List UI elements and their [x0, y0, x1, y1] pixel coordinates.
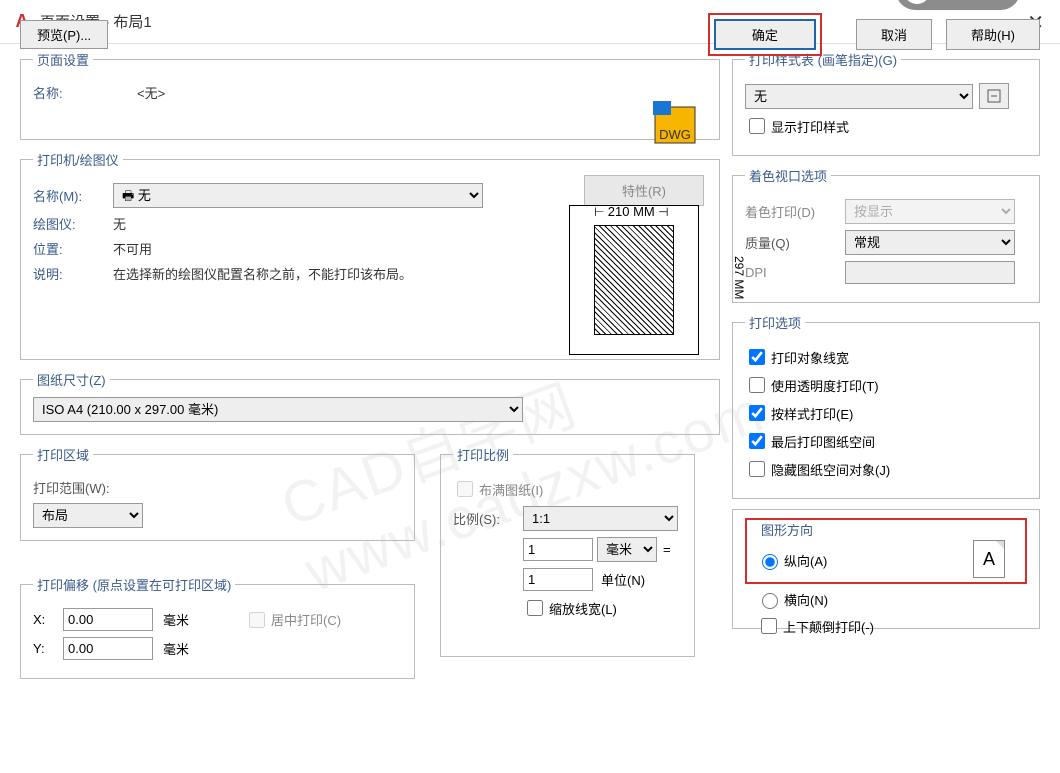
- scale-lineweight-checkbox[interactable]: [527, 600, 543, 616]
- equals-label: =: [663, 542, 671, 557]
- scale-select[interactable]: 1:1: [523, 506, 678, 531]
- paper-size-select[interactable]: ISO A4 (210.00 x 297.00 毫米): [33, 397, 523, 422]
- style-table-select[interactable]: 无: [745, 84, 973, 109]
- plotter-label: 绘图仪:: [33, 214, 113, 233]
- ok-button[interactable]: 确定: [714, 19, 816, 50]
- printer-group: 打印机/绘图仪 名称(M): 🖶 无 document.querySelecto…: [20, 150, 720, 360]
- name-value: <无>: [137, 83, 165, 102]
- opt-lineweight-label: 打印对象线宽: [771, 348, 849, 367]
- show-styles-label: 显示打印样式: [771, 117, 849, 136]
- wechat-icon: [904, 0, 930, 4]
- paper-width-label: ⊢ 210 MM ⊣: [594, 204, 669, 219]
- paper-size-legend: 图纸尺寸(Z): [33, 370, 110, 389]
- show-styles-checkbox[interactable]: [749, 118, 765, 134]
- print-options-group: 打印选项 打印对象线宽 使用透明度打印(T) 按样式打印(E) 最后打印图纸空间…: [732, 313, 1040, 499]
- svg-text:DWG: DWG: [659, 127, 691, 142]
- properties-button[interactable]: 特性(R): [584, 175, 704, 206]
- fit-to-paper-label: 布满图纸(I): [479, 480, 543, 499]
- page-setup-group: 页面设置 名称: <无> DWG: [20, 50, 720, 140]
- shade-select: 按显示: [845, 199, 1015, 224]
- scale-mm-input[interactable]: [523, 538, 593, 561]
- dpi-label: DPI: [745, 265, 845, 280]
- print-options-legend: 打印选项: [745, 313, 805, 332]
- style-edit-button[interactable]: [979, 83, 1009, 109]
- landscape-radio[interactable]: [762, 593, 778, 609]
- scale-unit-select[interactable]: 毫米: [597, 537, 657, 562]
- desc-value: 在选择新的绘图仪配置名称之前，不能打印该布局。: [113, 264, 473, 283]
- printer-legend: 打印机/绘图仪: [33, 150, 123, 169]
- opt-bystyle-label: 按样式打印(E): [771, 404, 853, 423]
- y-input[interactable]: [63, 637, 153, 660]
- dwg-icon: DWG: [651, 99, 699, 147]
- x-input[interactable]: [63, 608, 153, 631]
- opt-lineweight-checkbox[interactable]: [749, 349, 765, 365]
- landscape-label: 横向(N): [784, 590, 828, 609]
- wechat-text: CAD自学网: [938, 0, 1004, 1]
- printer-name-label: 名称(M):: [33, 186, 113, 205]
- print-scale-group: 打印比例 布满图纸(I) 比例(S): 1:1 毫米 =: [440, 445, 695, 657]
- cancel-button[interactable]: 取消: [856, 19, 932, 50]
- print-offset-group: 打印偏移 (原点设置在可打印区域) X: 毫米 居中打印(C) Y: 毫米: [20, 575, 415, 679]
- print-scale-legend: 打印比例: [453, 445, 513, 464]
- print-area-legend: 打印区域: [33, 445, 93, 464]
- y-unit: 毫米: [163, 639, 189, 658]
- scale-units-input[interactable]: [523, 568, 593, 591]
- dpi-input: [845, 261, 1015, 284]
- y-label: Y:: [33, 641, 63, 656]
- style-table-group: 打印样式表 (画笔指定)(G) 无 显示打印样式: [732, 50, 1040, 156]
- paper-preview: ⊢ 210 MM ⊣ 297 MM: [569, 205, 699, 355]
- center-label: 居中打印(C): [271, 610, 341, 629]
- opt-hide-label: 隐藏图纸空间对象(J): [771, 460, 890, 479]
- paper-size-group: 图纸尺寸(Z) ISO A4 (210.00 x 297.00 毫米): [20, 370, 720, 435]
- where-label: 位置:: [33, 239, 113, 258]
- viewport-legend: 着色视口选项: [745, 166, 831, 185]
- scale-lineweight-label: 缩放线宽(L): [549, 599, 617, 618]
- quality-select[interactable]: 常规: [845, 230, 1015, 255]
- portrait-radio[interactable]: [762, 554, 778, 570]
- edit-icon: [986, 88, 1002, 104]
- orientation-group: 图形方向 纵向(A) 横向(N) 上下颠倒打印(-) A: [732, 509, 1040, 629]
- opt-hide-checkbox[interactable]: [749, 461, 765, 477]
- print-range-label: 打印范围(W):: [33, 478, 110, 497]
- scale-label: 比例(S):: [453, 509, 523, 528]
- ok-highlight: 确定: [708, 13, 822, 56]
- portrait-label: 纵向(A): [784, 551, 827, 570]
- printer-select[interactable]: 🖶 无: [113, 183, 483, 208]
- opt-paperspace-checkbox[interactable]: [749, 433, 765, 449]
- orientation-legend: 图形方向: [757, 520, 1015, 539]
- quality-label: 质量(Q): [745, 233, 845, 252]
- help-button[interactable]: 帮助(H): [946, 19, 1040, 50]
- print-area-group: 打印区域 打印范围(W): 布局: [20, 445, 415, 541]
- preview-button[interactable]: 预览(P)...: [20, 20, 108, 49]
- scale-units-label: 单位(N): [601, 570, 645, 589]
- opt-transparency-label: 使用透明度打印(T): [771, 376, 879, 395]
- wechat-badge: CAD自学网: [896, 0, 1020, 10]
- where-value: 不可用: [113, 239, 152, 258]
- desc-label: 说明:: [33, 264, 113, 283]
- viewport-group: 着色视口选项 着色打印(D) 按显示 质量(Q) 常规 DPI: [732, 166, 1040, 303]
- opt-bystyle-checkbox[interactable]: [749, 405, 765, 421]
- name-label: 名称:: [33, 83, 113, 102]
- upside-label: 上下颠倒打印(-): [783, 617, 874, 636]
- orientation-icon: A: [973, 540, 1005, 578]
- print-range-select[interactable]: 布局: [33, 503, 143, 528]
- x-label: X:: [33, 612, 63, 627]
- opt-paperspace-label: 最后打印图纸空间: [771, 432, 875, 451]
- x-unit: 毫米: [163, 610, 189, 629]
- shade-label: 着色打印(D): [745, 202, 845, 221]
- plotter-value: 无: [113, 214, 126, 233]
- upside-checkbox[interactable]: [761, 618, 777, 634]
- opt-transparency-checkbox[interactable]: [749, 377, 765, 393]
- center-checkbox: [249, 612, 265, 628]
- print-offset-legend: 打印偏移 (原点设置在可打印区域): [33, 575, 235, 594]
- fit-to-paper-checkbox: [457, 481, 473, 497]
